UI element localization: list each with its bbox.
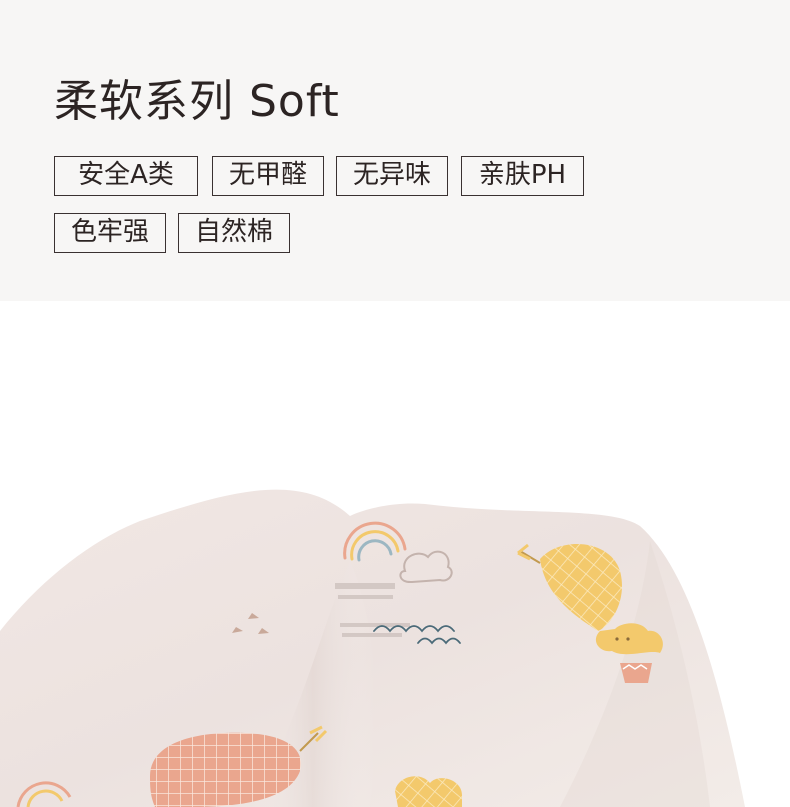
- tag-natural-cotton: 自然棉: [178, 213, 290, 253]
- tag-skin-friendly-ph: 亲肤PH: [461, 156, 584, 196]
- tag-color-fastness: 色牢强: [54, 213, 166, 253]
- fabric-illustration: [0, 489, 745, 807]
- series-title: 柔软系列 Soft: [54, 76, 340, 127]
- product-feature-header: 柔软系列 Soft 安全A类 无甲醛 无异味 亲肤PH 色牢强 自然棉: [0, 0, 790, 301]
- fabric-photo: [0, 301, 790, 807]
- tag-safety-class-a: 安全A类: [54, 156, 198, 196]
- tag-odorless: 无异味: [336, 156, 448, 196]
- tag-formaldehyde-free: 无甲醛: [212, 156, 324, 196]
